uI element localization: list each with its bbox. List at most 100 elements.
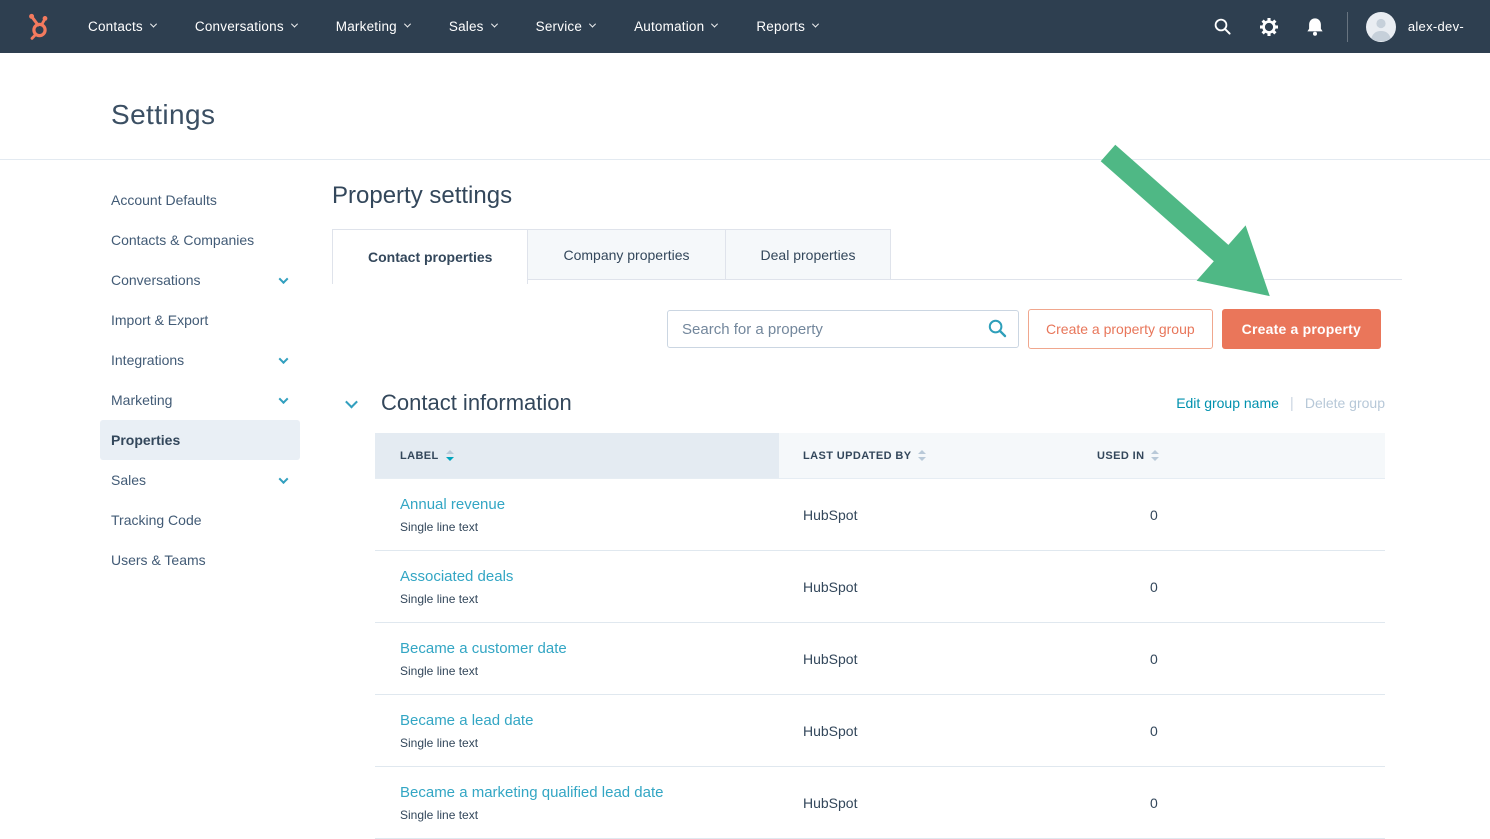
page-title: Settings — [111, 98, 1490, 132]
hubspot-logo[interactable] — [24, 12, 52, 42]
sidebar-item-account-defaults[interactable]: Account Defaults — [100, 180, 300, 220]
used-in-cell: 0 — [1073, 795, 1385, 811]
chevron-down-icon — [291, 20, 298, 27]
nav-item-conversations[interactable]: Conversations — [195, 19, 297, 34]
property-link[interactable]: Became a lead date — [400, 712, 779, 729]
chevron-down-icon — [279, 394, 289, 404]
column-header-text: LABEL — [400, 450, 439, 462]
settings-sidebar: Account Defaults Contacts & Companies Co… — [100, 180, 300, 839]
table-row: Became a marketing qualified lead date S… — [375, 767, 1385, 839]
page-header: Settings — [0, 53, 1490, 160]
property-link[interactable]: Annual revenue — [400, 496, 779, 513]
section-title: Property settings — [332, 182, 1402, 210]
group-header: Contact information Edit group name | De… — [332, 390, 1402, 416]
property-cell: Annual revenue Single line text — [375, 496, 779, 534]
table-row: Associated deals Single line text HubSpo… — [375, 551, 1385, 623]
property-link[interactable]: Became a marketing qualified lead date — [400, 784, 779, 801]
updated-by-cell: HubSpot — [779, 579, 1073, 595]
sidebar-item-label: Contacts & Companies — [111, 232, 254, 248]
group-links: Edit group name | Delete group — [1176, 395, 1385, 412]
sort-icon[interactable] — [446, 450, 454, 461]
used-in-cell: 0 — [1073, 651, 1385, 667]
search-icon[interactable] — [987, 318, 1008, 344]
sort-icon[interactable] — [918, 450, 926, 461]
collapse-chevron-icon[interactable] — [345, 395, 358, 408]
table-row: Became a lead date Single line text HubS… — [375, 695, 1385, 767]
sidebar-item-properties[interactable]: Properties — [100, 420, 300, 460]
updated-by-cell: HubSpot — [779, 723, 1073, 739]
updated-by-cell: HubSpot — [779, 795, 1073, 811]
sidebar-item-import-export[interactable]: Import & Export — [100, 300, 300, 340]
sidebar-item-users-teams[interactable]: Users & Teams — [100, 540, 300, 580]
search-input[interactable] — [667, 310, 1019, 348]
nav-item-label: Reports — [756, 19, 805, 34]
property-type: Single line text — [400, 664, 779, 678]
tab-company-properties[interactable]: Company properties — [528, 229, 725, 279]
create-property-group-button[interactable]: Create a property group — [1028, 309, 1213, 349]
property-cell: Became a customer date Single line text — [375, 640, 779, 678]
chevron-down-icon — [589, 20, 596, 27]
sidebar-item-label: Tracking Code — [111, 512, 202, 528]
chevron-down-icon — [279, 274, 289, 284]
used-in-cell: 0 — [1073, 579, 1385, 595]
nav-item-sales[interactable]: Sales — [449, 19, 497, 34]
gear-icon[interactable] — [1257, 15, 1281, 39]
sidebar-item-label: Conversations — [111, 272, 201, 288]
links-divider: | — [1290, 395, 1294, 412]
sidebar-item-conversations[interactable]: Conversations — [100, 260, 300, 300]
sidebar-item-marketing[interactable]: Marketing — [100, 380, 300, 420]
tab-contact-properties[interactable]: Contact properties — [332, 229, 528, 284]
property-type: Single line text — [400, 808, 779, 822]
property-cell: Associated deals Single line text — [375, 568, 779, 606]
chevron-down-icon — [279, 474, 289, 484]
chevron-down-icon — [150, 20, 157, 27]
property-link[interactable]: Associated deals — [400, 568, 779, 585]
property-type: Single line text — [400, 592, 779, 606]
avatar[interactable] — [1366, 12, 1396, 42]
tab-label: Deal properties — [761, 247, 856, 263]
sidebar-item-label: Integrations — [111, 352, 184, 368]
nav-item-reports[interactable]: Reports — [756, 19, 818, 34]
property-tabs: Contact properties Company properties De… — [332, 229, 1402, 280]
column-header-label[interactable]: LABEL — [375, 433, 779, 478]
property-link[interactable]: Became a customer date — [400, 640, 779, 657]
nav-item-contacts[interactable]: Contacts — [88, 19, 156, 34]
sidebar-item-contacts-companies[interactable]: Contacts & Companies — [100, 220, 300, 260]
main-panel: Property settings Contact properties Com… — [332, 160, 1402, 839]
search-icon[interactable] — [1211, 15, 1235, 39]
create-property-button[interactable]: Create a property — [1222, 309, 1381, 349]
column-header-last-updated-by[interactable]: LAST UPDATED BY — [779, 433, 1073, 478]
property-type: Single line text — [400, 520, 779, 534]
property-cell: Became a lead date Single line text — [375, 712, 779, 750]
chevron-down-icon — [711, 20, 718, 27]
nav-item-automation[interactable]: Automation — [634, 19, 717, 34]
column-header-used-in[interactable]: USED IN — [1073, 433, 1385, 478]
edit-group-name-link[interactable]: Edit group name — [1176, 395, 1279, 411]
updated-by-cell: HubSpot — [779, 651, 1073, 667]
top-nav: Contacts Conversations Marketing Sales S… — [0, 0, 1490, 53]
chevron-down-icon — [812, 20, 819, 27]
group-title: Contact information — [381, 390, 572, 416]
delete-group-link[interactable]: Delete group — [1305, 395, 1385, 411]
updated-by-cell: HubSpot — [779, 507, 1073, 523]
nav-item-marketing[interactable]: Marketing — [336, 19, 410, 34]
chevron-down-icon — [491, 20, 498, 27]
sidebar-item-label: Users & Teams — [111, 552, 206, 568]
nav-item-label: Contacts — [88, 19, 143, 34]
bell-icon[interactable] — [1303, 15, 1327, 39]
sidebar-item-tracking-code[interactable]: Tracking Code — [100, 500, 300, 540]
username[interactable]: alex-dev- — [1408, 19, 1464, 34]
sort-icon[interactable] — [1151, 450, 1159, 461]
person-icon — [1366, 12, 1396, 42]
nav-item-label: Conversations — [195, 19, 284, 34]
tab-label: Contact properties — [368, 249, 492, 265]
tab-deal-properties[interactable]: Deal properties — [726, 229, 892, 279]
column-header-text: USED IN — [1097, 450, 1144, 462]
sidebar-item-sales[interactable]: Sales — [100, 460, 300, 500]
nav-menu: Contacts Conversations Marketing Sales S… — [88, 19, 818, 34]
nav-item-service[interactable]: Service — [536, 19, 595, 34]
sidebar-item-integrations[interactable]: Integrations — [100, 340, 300, 380]
properties-table: LABEL LAST UPDATED BY USED IN Annual rev… — [375, 433, 1385, 839]
used-in-cell: 0 — [1073, 507, 1385, 523]
table-row: Annual revenue Single line text HubSpot … — [375, 479, 1385, 551]
